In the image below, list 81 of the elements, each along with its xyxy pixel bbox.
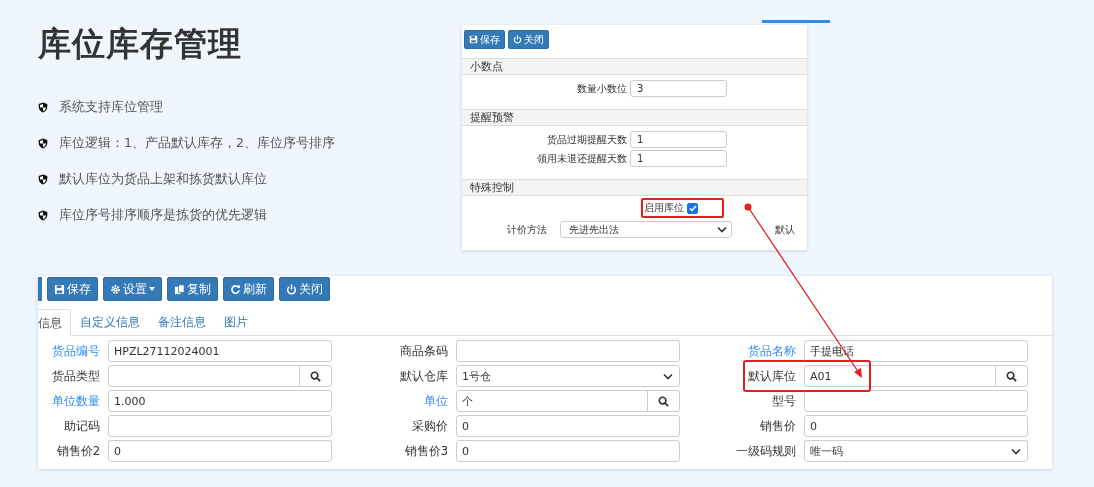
power-icon (513, 35, 522, 44)
power-icon (286, 283, 297, 295)
section-header: 提醒预警 (462, 109, 807, 126)
page-title: 库位库存管理 (38, 23, 243, 65)
select-field[interactable]: 1号仓 (456, 365, 680, 387)
shield-icon (38, 102, 48, 113)
field-label: 领用未退还提醒天数 (536, 151, 627, 166)
input-field[interactable]: 0 (456, 440, 680, 462)
input-field[interactable]: 0 (108, 440, 332, 462)
input-field[interactable]: 0 (456, 415, 680, 437)
bullet-text: 库位序号排序顺序是拣货的优先逻辑 (59, 207, 267, 224)
field-label: 采购价 (412, 418, 448, 434)
tab-underline (762, 20, 830, 23)
tab[interactable]: 图片 (215, 309, 257, 335)
section-header: 特殊控制 (462, 179, 807, 196)
toolbar-button[interactable]: 刷新 (223, 277, 274, 301)
field-label: 货品类型 (52, 368, 100, 384)
search-icon (310, 370, 321, 382)
search-button[interactable] (300, 365, 332, 387)
input-field[interactable]: 1 (630, 131, 727, 148)
field-label: 商品条码 (400, 343, 448, 359)
input-field[interactable]: A01 (804, 365, 996, 387)
chevron-icon (717, 226, 727, 233)
field-label: 助记码 (64, 418, 100, 434)
field-label: 数量小数位 (576, 81, 627, 96)
field-label: 型号 (772, 393, 796, 409)
tab[interactable]: 自定义信息 (71, 309, 149, 335)
field-link[interactable]: 单位 (424, 393, 448, 409)
search-icon (658, 395, 669, 407)
shield-icon (38, 174, 48, 185)
toolbar-button[interactable]: 设置 (103, 277, 162, 301)
checkbox[interactable] (687, 202, 698, 214)
field-link[interactable]: 货品名称 (748, 343, 796, 359)
input-field[interactable]: 1.000 (108, 390, 332, 412)
input-field[interactable]: 3 (630, 80, 727, 97)
field-link[interactable]: 单位数量 (52, 393, 100, 409)
input-field[interactable] (456, 340, 680, 362)
shield-icon (38, 138, 48, 149)
input-field[interactable] (804, 390, 1028, 412)
field-label: 默认 (775, 222, 795, 237)
toolbar-button[interactable]: 保存 (47, 277, 98, 301)
bullet-text: 默认库位为货品上架和拣货默认库位 (59, 171, 267, 188)
input-field[interactable]: 1 (630, 150, 727, 167)
tab[interactable]: 信息 (38, 309, 71, 336)
input-field[interactable]: 个 (456, 390, 648, 412)
toolbar-button[interactable]: 复制 (167, 277, 218, 301)
field-label: 默认库位 (748, 368, 796, 384)
shield-icon (38, 210, 48, 221)
section-header: 小数点 (462, 58, 807, 75)
settings-icon (110, 283, 121, 295)
copy-icon (174, 283, 185, 295)
toolbar-button[interactable]: 保存 (464, 30, 505, 49)
field-label: 销售价2 (56, 443, 100, 459)
input-field[interactable] (108, 365, 300, 387)
save-icon (469, 35, 478, 44)
chevron-icon (1011, 447, 1021, 455)
input-field[interactable]: HPZL27112024001 (108, 340, 332, 362)
input-field[interactable]: 0 (804, 415, 1028, 437)
bullet-text: 库位逻辑：1、产品默认库存，2、库位序号排序 (59, 135, 335, 152)
tab[interactable]: 备注信息 (149, 309, 215, 335)
select-field[interactable]: 唯一码 (804, 440, 1028, 462)
field-label: 货品过期提醒天数 (546, 132, 627, 147)
input-field[interactable]: 手提电话 (804, 340, 1028, 362)
input-field[interactable] (108, 415, 332, 437)
search-icon (1006, 370, 1017, 382)
field-label: 一级码规则 (736, 443, 796, 459)
save-icon (54, 283, 65, 295)
select-field[interactable]: 先进先出法 (560, 221, 732, 238)
bullet-text: 系统支持库位管理 (59, 99, 163, 116)
toolbar-button[interactable]: 关闭 (508, 30, 549, 49)
checkbox-label: 启用库位 (644, 201, 684, 215)
field-link[interactable]: 货品编号 (52, 343, 100, 359)
search-button[interactable] (996, 365, 1028, 387)
refresh-icon (230, 283, 241, 295)
field-label: 默认仓库 (400, 368, 448, 384)
search-button[interactable] (648, 390, 680, 412)
chevron-icon (663, 372, 673, 380)
field-label: 计价方法 (506, 222, 547, 237)
field-label: 销售价 (760, 418, 796, 434)
toolbar-button[interactable]: 关闭 (279, 277, 330, 301)
field-label: 销售价3 (404, 443, 448, 459)
